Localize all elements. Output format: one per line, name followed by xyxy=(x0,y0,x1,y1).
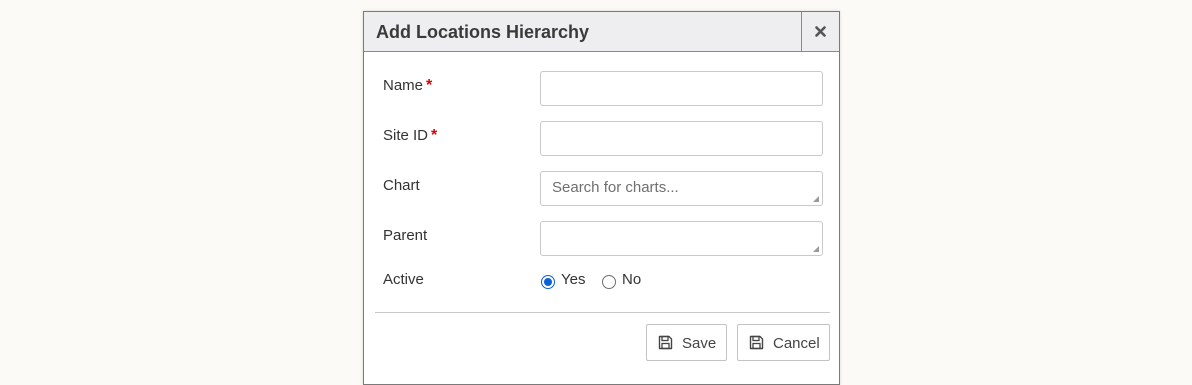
active-no-label[interactable]: No xyxy=(622,271,641,289)
parent-label: Parent xyxy=(383,227,428,244)
floppy-disk-icon xyxy=(658,335,673,350)
close-icon xyxy=(815,26,826,37)
active-label: Active xyxy=(383,271,424,288)
dialog-header: Add Locations Hierarchy xyxy=(364,12,839,52)
name-input[interactable] xyxy=(540,71,823,106)
chart-label: Chart xyxy=(383,177,420,194)
parent-input[interactable] xyxy=(540,221,823,256)
save-button[interactable]: Save xyxy=(646,324,727,361)
floppy-disk-icon xyxy=(749,335,764,350)
name-label-text: Name xyxy=(383,77,424,94)
active-yes-label[interactable]: Yes xyxy=(561,271,585,289)
cancel-button[interactable]: Cancel xyxy=(737,324,830,361)
required-mark: * xyxy=(431,127,438,144)
cancel-button-label: Cancel xyxy=(773,335,820,352)
name-label: Name * xyxy=(383,77,432,95)
active-yes-radio[interactable] xyxy=(541,275,555,289)
add-locations-hierarchy-dialog: Add Locations Hierarchy Name * Site ID * C… xyxy=(363,11,840,385)
dialog-title: Add Locations Hierarchy xyxy=(376,22,590,42)
site-id-input[interactable] xyxy=(540,121,823,156)
close-button[interactable] xyxy=(801,12,839,51)
chart-search-input[interactable] xyxy=(540,171,823,206)
required-mark: * xyxy=(426,77,433,94)
site-id-label: Site ID * xyxy=(383,127,437,145)
footer-divider xyxy=(375,312,830,313)
site-id-label-text: Site ID xyxy=(383,127,429,144)
active-no-radio[interactable] xyxy=(602,275,616,289)
save-button-label: Save xyxy=(682,335,717,352)
